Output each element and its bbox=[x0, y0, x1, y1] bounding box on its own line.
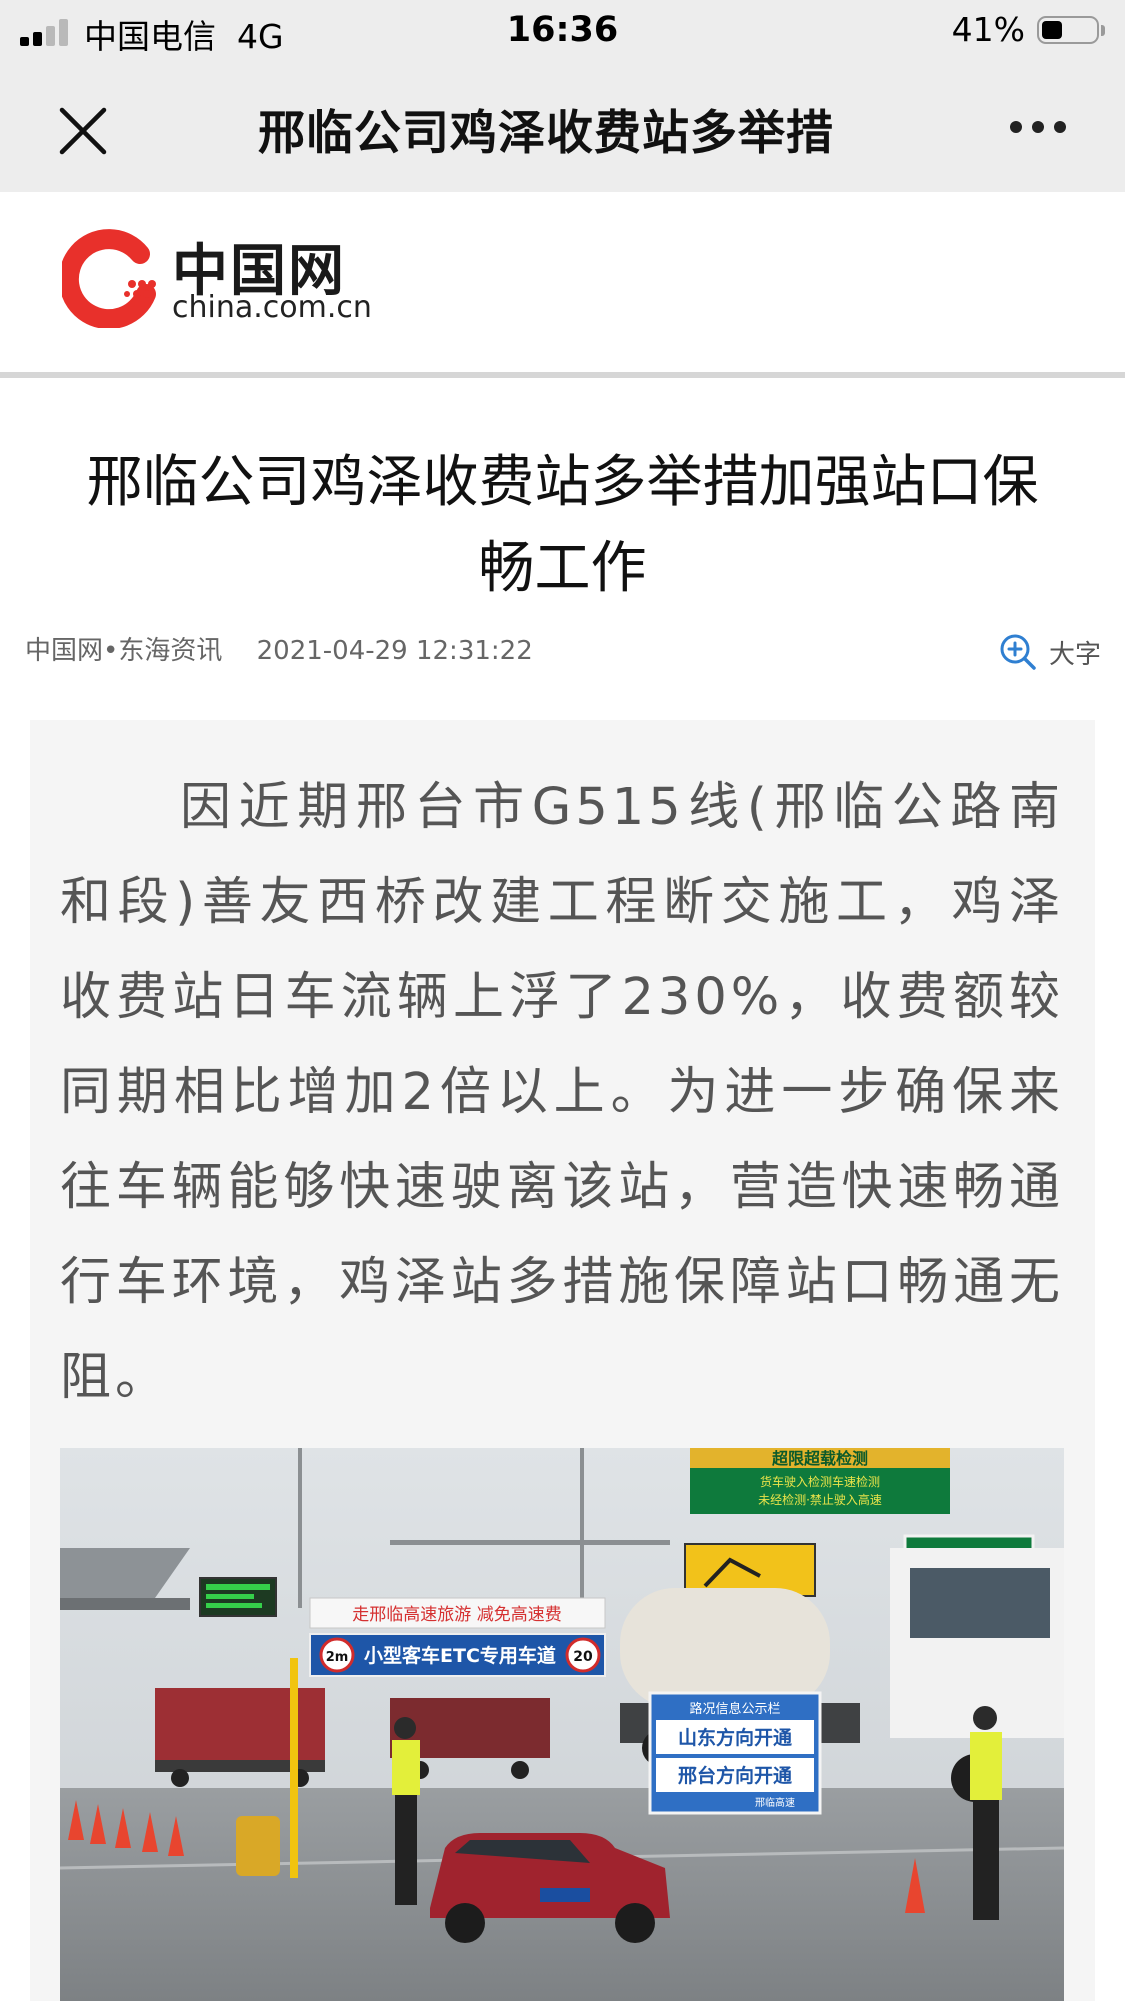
brand-header: 中国网 china.com.cn bbox=[0, 192, 1125, 372]
toll-station-photo: 超限超载检测 货车驶入检测车速检测 未经检测·禁止驶入高速 走邢临高速旅游 减免… bbox=[60, 1448, 1064, 2001]
article-meta: 中国网•东海资讯 2021-04-29 12:31:22 bbox=[25, 630, 533, 667]
page: 中国电信 4G 16:36 41% 邢临公司鸡泽收费站多举措 中国网 china… bbox=[0, 0, 1125, 2001]
close-button[interactable] bbox=[52, 100, 118, 166]
sign-speed-text: 20 bbox=[573, 1649, 593, 1665]
more-icon bbox=[1010, 121, 1022, 133]
article-paragraph: 因近期邢台市G515线(邢临公路南和段)善友西桥改建工程断交施工，鸡泽收费站日车… bbox=[60, 778, 1064, 1407]
sign-overload-sub2: 未经检测·禁止驶入高速 bbox=[758, 1492, 882, 1507]
top-bar: 中国电信 4G 16:36 41% 邢临公司鸡泽收费站多举措 bbox=[0, 0, 1125, 192]
overload-sign: 超限超载检测 货车驶入检测车速检测 未经检测·禁止驶入高速 bbox=[690, 1448, 950, 1514]
close-icon bbox=[59, 107, 107, 155]
board-line2: 邢台方向开通 bbox=[678, 1764, 793, 1787]
zoom-in-icon bbox=[1000, 634, 1036, 670]
sign-lane-text: 小型客车ETC专用车道 bbox=[364, 1644, 556, 1667]
sign-height-text: 2m bbox=[326, 1650, 349, 1665]
worker-left bbox=[392, 1717, 420, 1905]
battery-percent: 41% bbox=[951, 10, 1025, 49]
site-logo[interactable]: 中国网 china.com.cn bbox=[62, 228, 372, 328]
sign-tourism-text: 走邢临高速旅游 减免高速费 bbox=[352, 1605, 561, 1625]
font-size-button[interactable]: 大字 bbox=[998, 632, 1101, 676]
battery-icon bbox=[1037, 16, 1107, 46]
header-divider bbox=[0, 372, 1125, 378]
worker-right bbox=[970, 1706, 1002, 1920]
board-line1: 山东方向开通 bbox=[678, 1726, 793, 1749]
sign-overload-sub1: 货车驶入检测车速检测 bbox=[760, 1474, 880, 1489]
article-source: 中国网•东海资讯 bbox=[25, 636, 223, 666]
article-photo[interactable]: 超限超载检测 货车驶入检测车速检测 未经检测·禁止驶入高速 走邢临高速旅游 减免… bbox=[60, 1448, 1064, 2001]
lane-sign: 2m 小型客车ETC专用车道 20 bbox=[309, 1633, 606, 1677]
china-net-logo-icon bbox=[62, 229, 156, 328]
nav-title: 邢临公司鸡泽收费站多举措 bbox=[258, 94, 898, 164]
board-footer: 邢临高速 bbox=[755, 1796, 795, 1809]
more-button[interactable] bbox=[1010, 112, 1076, 142]
article-title: 邢临公司鸡泽收费站多举措加强站口保畅工作 bbox=[86, 450, 1039, 601]
sign-overload-text: 超限超载检测 bbox=[771, 1449, 868, 1468]
logo-name-en: china.com.cn bbox=[172, 290, 372, 325]
font-size-label: 大字 bbox=[1048, 639, 1101, 670]
board-title: 路况信息公示栏 bbox=[689, 1701, 780, 1717]
status-bar: 中国电信 4G 16:36 41% bbox=[0, 0, 1125, 62]
road-info-board: 路况信息公示栏 山东方向开通 邢台方向开通 邢临高速 bbox=[648, 1691, 822, 1815]
article-date: 2021-04-29 12:31:22 bbox=[256, 636, 533, 666]
nav-bar: 邢临公司鸡泽收费站多举措 bbox=[0, 62, 1125, 192]
